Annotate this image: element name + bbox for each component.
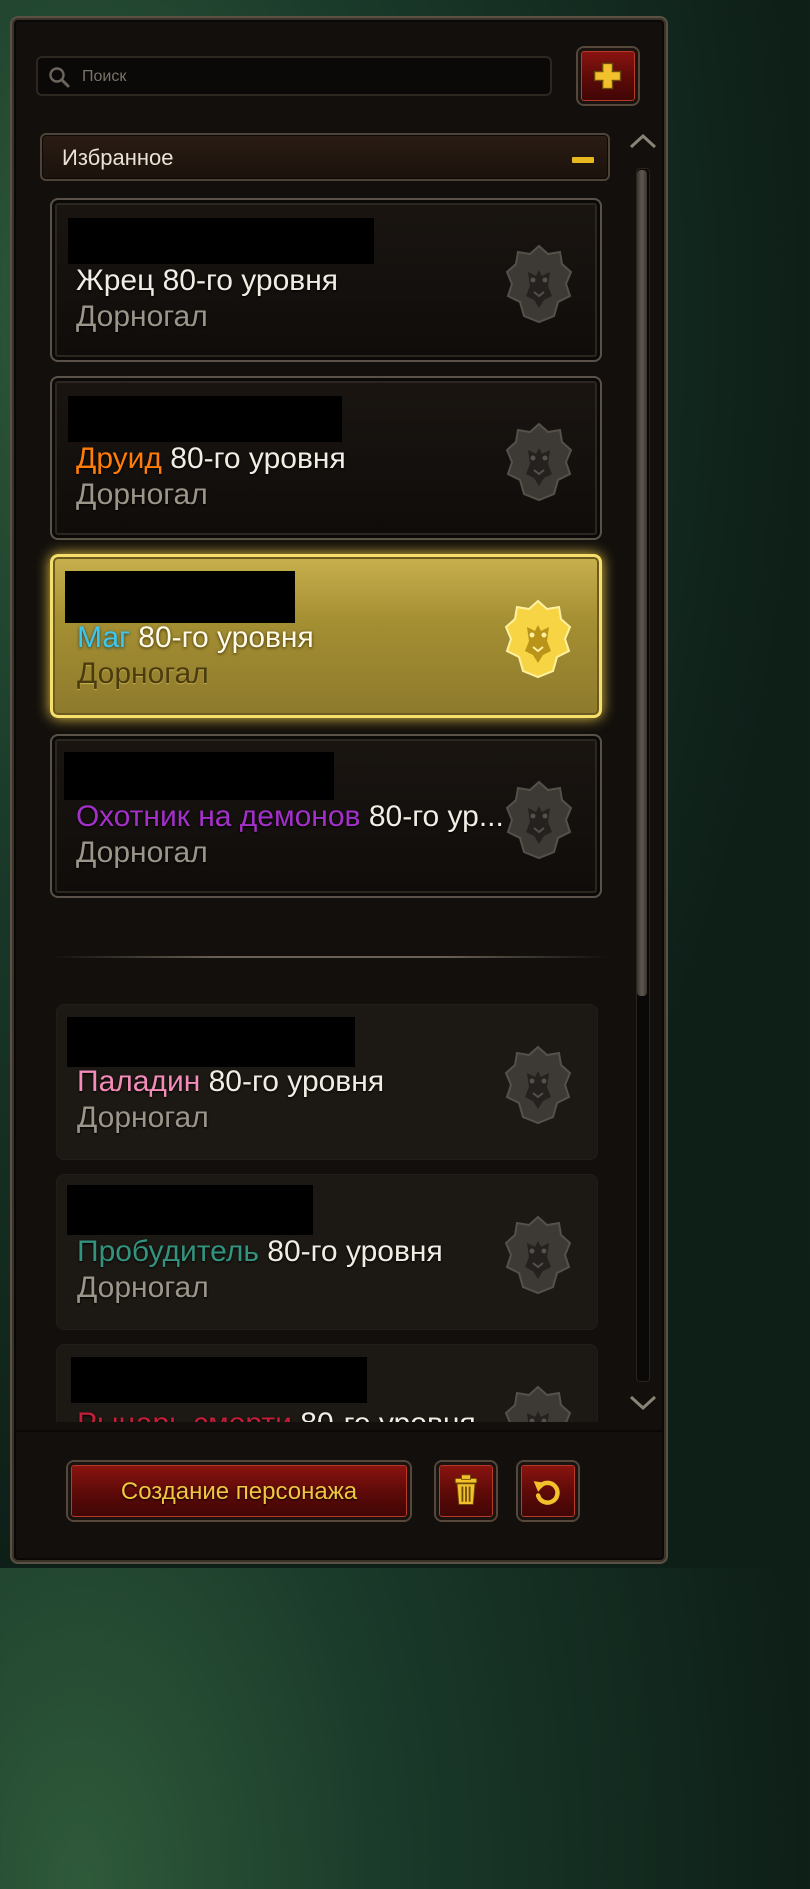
- search-box[interactable]: [36, 56, 552, 96]
- character-realm: Дорногал: [76, 300, 208, 333]
- character-class: Друид: [76, 442, 162, 475]
- redacted-character-name: [71, 1357, 367, 1403]
- alliance-lion-icon: [505, 1386, 571, 1422]
- delete-character-button[interactable]: [436, 1462, 496, 1520]
- character-realm: Дорногал: [77, 1271, 209, 1304]
- alliance-lion-icon: [505, 1046, 571, 1124]
- character-class: Жрец: [76, 264, 155, 297]
- search-input[interactable]: [80, 62, 544, 92]
- character-class-level: Друид 80-го уровня: [76, 442, 346, 476]
- character-level: 80-го уровня: [161, 442, 346, 475]
- character-realm: Дорногал: [76, 478, 208, 511]
- character-class: Охотник на демонов: [76, 800, 361, 833]
- redacted-character-name: [67, 1017, 355, 1067]
- scrollbar-thumb[interactable]: [637, 170, 647, 996]
- collapse-minus-icon[interactable]: [572, 157, 594, 163]
- search-icon: [49, 67, 70, 88]
- character-level: 80-го уровня: [258, 1235, 443, 1268]
- character-realm: Дорногал: [77, 657, 209, 690]
- character-level: 80-го уровня: [200, 1065, 385, 1098]
- undo-icon: [533, 1480, 560, 1505]
- character-card[interactable]: Жрец 80-го уровня Дорногал: [50, 198, 602, 362]
- character-class: Паладин: [77, 1065, 201, 1098]
- character-class-level: Рыцарь смерти 80-го уровня: [77, 1407, 476, 1422]
- character-level: 80-го уровня: [154, 264, 339, 297]
- character-class: Пробудитель: [77, 1235, 259, 1268]
- alliance-lion-icon: [505, 1216, 571, 1294]
- redacted-character-name: [64, 752, 334, 800]
- character-realm: Дорногал: [76, 836, 208, 869]
- character-level: 80-го ур...: [360, 800, 504, 833]
- character-class-level: Маг 80-го уровня: [77, 621, 314, 655]
- create-character-label: Создание персонажа: [120, 1478, 358, 1505]
- redacted-character-name: [65, 571, 295, 623]
- favorites-group-header[interactable]: Избранное: [40, 133, 610, 181]
- character-class: Рыцарь смерти: [77, 1407, 292, 1422]
- character-card[interactable]: Пробудитель 80-го уровня Дорногал: [56, 1174, 598, 1330]
- character-class-level: Паладин 80-го уровня: [77, 1065, 384, 1099]
- character-card[interactable]: Рыцарь смерти 80-го уровня: [56, 1344, 598, 1422]
- character-card-selected[interactable]: Маг 80-го уровня Дорногал: [50, 554, 602, 718]
- character-class-level: Жрец 80-го уровня: [76, 264, 338, 298]
- group-divider: [50, 956, 610, 958]
- alliance-lion-icon: [506, 423, 572, 501]
- list-clip-region: Рыцарь смерти 80-го уровня: [40, 1340, 630, 1422]
- alliance-lion-icon: [506, 781, 572, 859]
- trash-icon: [454, 1474, 478, 1505]
- character-card[interactable]: Паладин 80-го уровня Дорногал: [56, 1004, 598, 1160]
- character-card[interactable]: Друид 80-го уровня Дорногал: [50, 376, 602, 540]
- alliance-lion-icon: [505, 600, 571, 678]
- plus-icon: [593, 62, 622, 90]
- character-card[interactable]: Охотник на демонов 80-го ур... Дорногал: [50, 734, 602, 898]
- create-character-button[interactable]: Создание персонажа: [68, 1462, 410, 1520]
- character-realm: Дорногал: [77, 1101, 209, 1134]
- redacted-character-name: [68, 396, 342, 442]
- character-class-level: Пробудитель 80-го уровня: [77, 1235, 443, 1269]
- add-group-button[interactable]: [578, 48, 638, 104]
- character-class-level: Охотник на демонов 80-го ур...: [76, 800, 504, 834]
- redacted-character-name: [67, 1185, 313, 1235]
- scroll-down-arrow-icon[interactable]: [628, 1394, 658, 1412]
- character-level: 80-го уровня: [292, 1407, 475, 1422]
- alliance-lion-icon: [506, 245, 572, 323]
- character-level: 80-го уровня: [129, 621, 314, 654]
- restore-character-button[interactable]: [518, 1462, 578, 1520]
- scroll-up-arrow-icon[interactable]: [628, 132, 658, 150]
- redacted-character-name: [68, 218, 374, 264]
- character-class: Маг: [77, 621, 130, 654]
- favorites-group-label: Избранное: [62, 145, 174, 170]
- footer-divider: [14, 1430, 662, 1432]
